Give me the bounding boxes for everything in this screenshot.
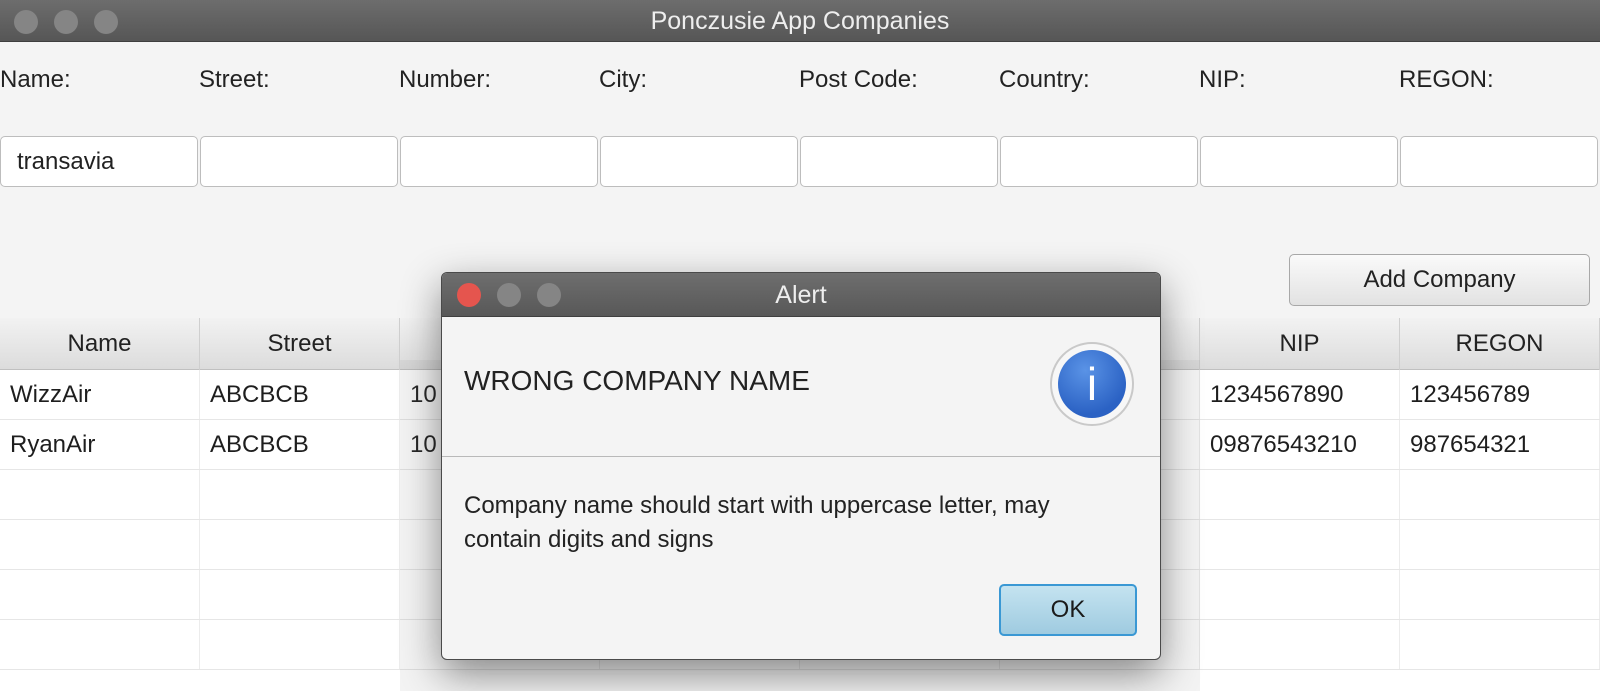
ok-button[interactable]: OK — [999, 584, 1137, 636]
alert-dialog: Alert WRONG COMPANY NAME i Company name … — [441, 272, 1161, 660]
alert-header: WRONG COMPANY NAME i — [442, 317, 1160, 457]
information-glyph: i — [1058, 350, 1126, 418]
alert-titlebar: Alert — [442, 273, 1160, 317]
alert-heading: WRONG COMPANY NAME — [464, 365, 810, 396]
alert-message: Company name should start with uppercase… — [464, 492, 1050, 553]
alert-title: Alert — [775, 281, 827, 309]
information-icon: i — [1050, 342, 1134, 426]
main-window: Ponczusie App Companies Name: Street: Nu… — [0, 0, 1600, 691]
